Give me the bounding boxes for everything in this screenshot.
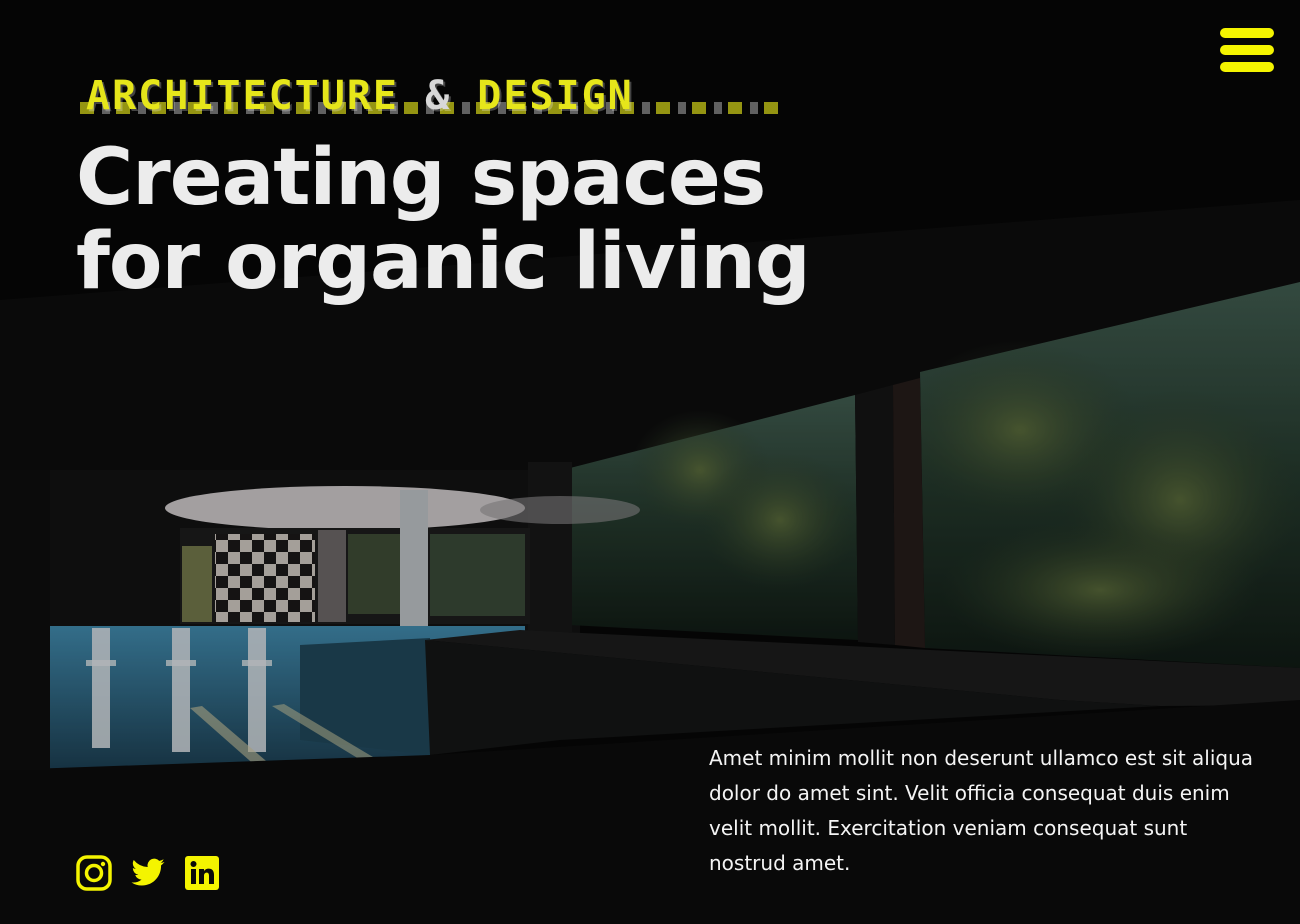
section-kicker: ARCHITECTURE & DESIGN <box>86 76 634 116</box>
hero-headline: Creating spaces for organic living <box>76 133 811 307</box>
menu-bar <box>1220 28 1274 38</box>
linkedin-icon[interactable] <box>184 855 220 891</box>
hamburger-menu-button[interactable] <box>1220 28 1274 72</box>
hero-section: ARCHITECTURE & DESIGN Creating spaces fo… <box>0 0 1300 924</box>
menu-bar <box>1220 45 1274 55</box>
instagram-icon[interactable] <box>76 855 112 891</box>
hero-description: Amet minim mollit non deserunt ullamco e… <box>709 746 1254 875</box>
menu-bar <box>1220 62 1274 72</box>
kicker-word-architecture: ARCHITECTURE <box>86 73 399 119</box>
kicker-word-design: DESIGN <box>477 73 634 119</box>
headline-line-1: Creating spaces <box>76 133 766 223</box>
social-links <box>76 855 220 891</box>
kicker-ampersand: & <box>425 73 452 119</box>
twitter-icon[interactable] <box>130 855 166 891</box>
headline-line-2: for organic living <box>76 217 811 307</box>
